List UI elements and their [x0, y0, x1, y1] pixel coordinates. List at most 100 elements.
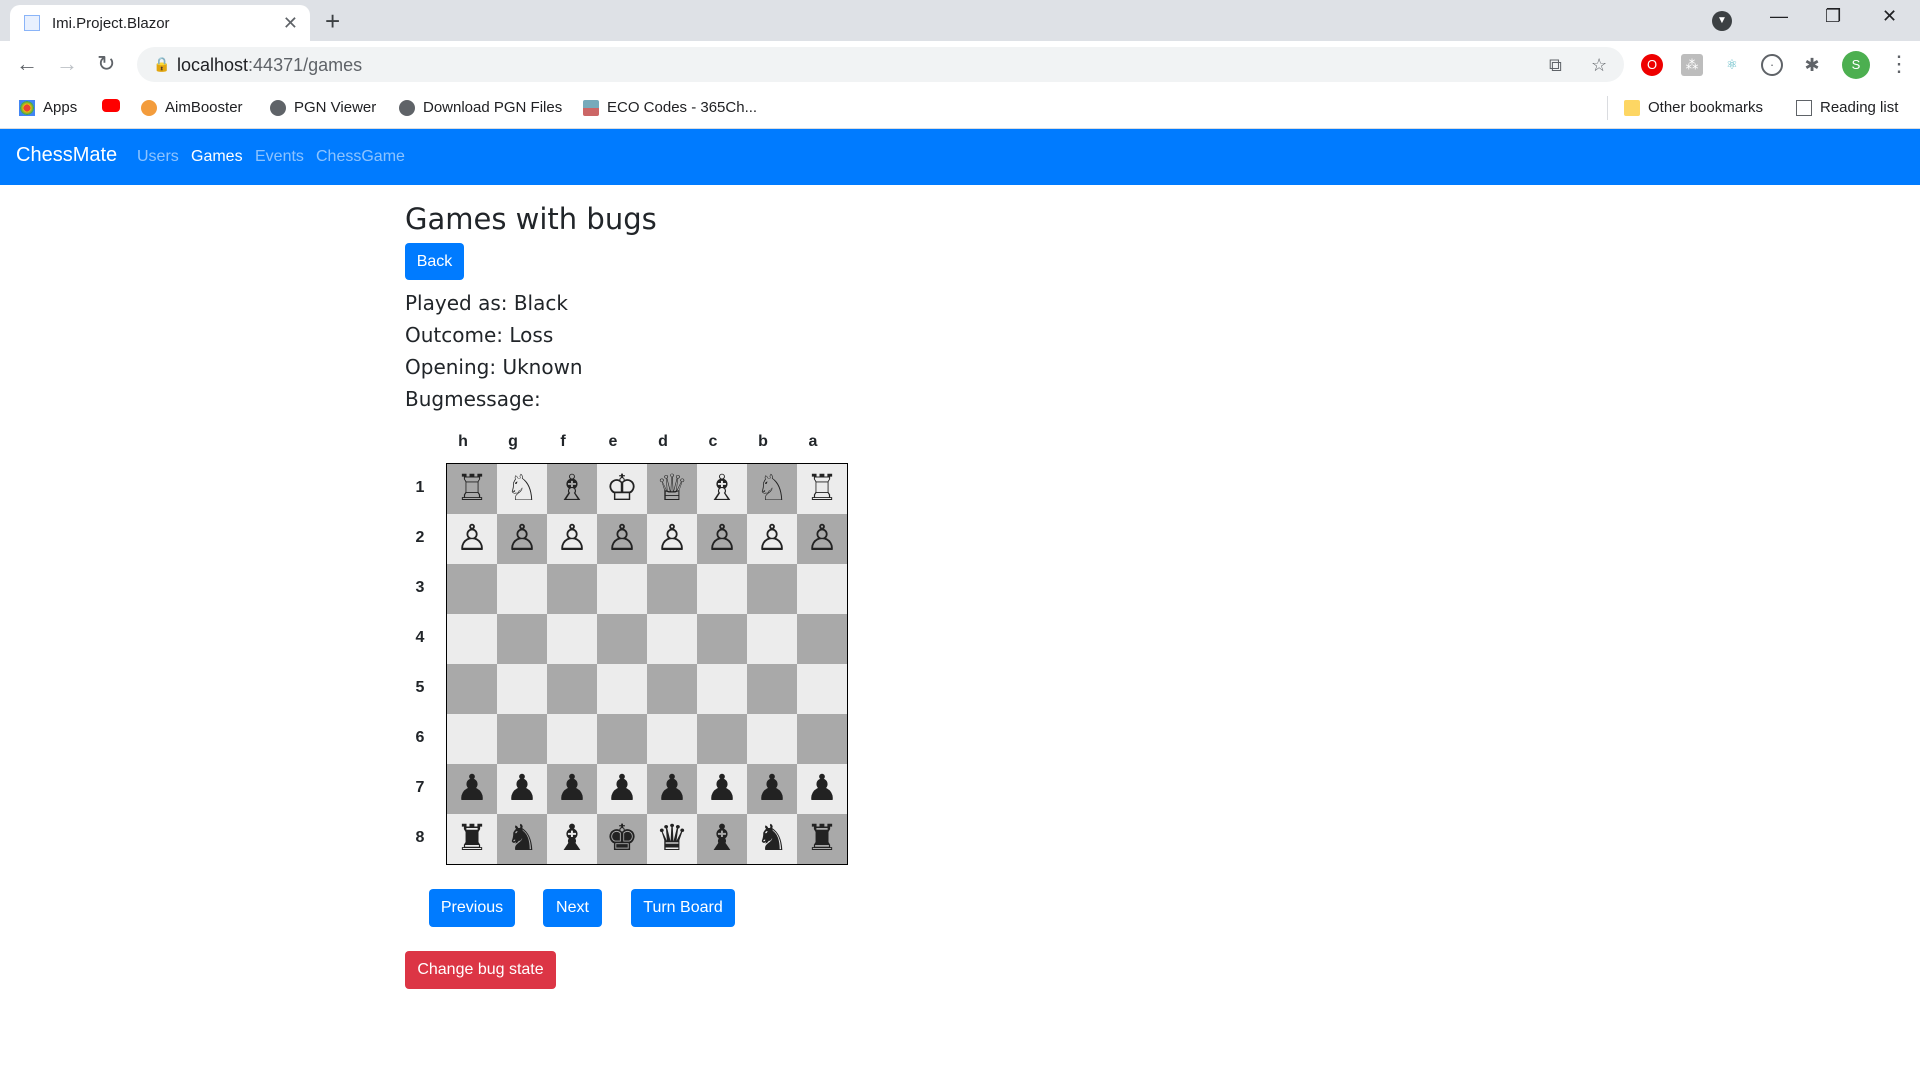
close-window-button[interactable]: ✕	[1882, 6, 1897, 27]
chess-piece[interactable]: ♙	[756, 521, 788, 557]
chess-piece[interactable]: ♞	[506, 821, 538, 857]
nav-link-chessgame[interactable]: ChessGame	[316, 148, 405, 166]
board-square-d6[interactable]	[647, 714, 697, 764]
board-square-e6[interactable]	[597, 714, 647, 764]
chess-piece[interactable]: ♘	[756, 471, 788, 507]
chess-piece[interactable]: ♕	[656, 471, 688, 507]
board-square-h3[interactable]	[447, 564, 497, 614]
board-square-g3[interactable]	[497, 564, 547, 614]
puzzle-extensions-icon[interactable]: ✱	[1801, 54, 1823, 76]
profile-avatar[interactable]: S	[1842, 51, 1870, 79]
url-text[interactable]: localhost:44371/games	[177, 55, 362, 76]
chess-piece[interactable]: ♔	[606, 471, 638, 507]
board-square-f4[interactable]	[547, 614, 597, 664]
board-square-f7[interactable]: ♟	[547, 764, 597, 814]
reload-icon[interactable]: ↻	[97, 51, 115, 77]
new-tab-button[interactable]: +	[325, 6, 340, 37]
board-square-d5[interactable]	[647, 664, 697, 714]
board-square-e5[interactable]	[597, 664, 647, 714]
nav-link-events[interactable]: Events	[255, 148, 304, 166]
board-square-a7[interactable]: ♟	[797, 764, 847, 814]
board-square-e7[interactable]: ♟	[597, 764, 647, 814]
chess-piece[interactable]: ♟	[606, 771, 638, 807]
board-square-d7[interactable]: ♟	[647, 764, 697, 814]
turn-board-button[interactable]: Turn Board	[631, 889, 735, 927]
bookmark-aimbooster[interactable]: AimBooster	[141, 99, 243, 116]
board-square-a6[interactable]	[797, 714, 847, 764]
chess-piece[interactable]: ♜	[456, 821, 488, 857]
browser-tab[interactable]: Imi.Project.Blazor ✕	[10, 5, 310, 41]
chess-piece[interactable]: ♜	[806, 821, 838, 857]
chess-piece[interactable]: ♟	[756, 771, 788, 807]
board-square-c1[interactable]: ♗	[697, 464, 747, 514]
chess-piece[interactable]: ♞	[756, 821, 788, 857]
opera-extension-icon[interactable]: O	[1641, 54, 1663, 76]
chess-piece[interactable]: ♟	[806, 771, 838, 807]
chess-piece[interactable]: ♟	[656, 771, 688, 807]
board-square-g4[interactable]	[497, 614, 547, 664]
board-square-h6[interactable]	[447, 714, 497, 764]
bookmark-pgn-viewer[interactable]: PGN Viewer	[270, 99, 376, 116]
board-square-d3[interactable]	[647, 564, 697, 614]
board-square-b4[interactable]	[747, 614, 797, 664]
chess-piece[interactable]: ♙	[806, 521, 838, 557]
chess-piece[interactable]: ♙	[706, 521, 738, 557]
reading-list[interactable]: Reading list	[1796, 99, 1898, 116]
navbar-brand[interactable]: ChessMate	[16, 144, 117, 167]
board-square-g2[interactable]: ♙	[497, 514, 547, 564]
board-square-h5[interactable]	[447, 664, 497, 714]
board-square-g7[interactable]: ♟	[497, 764, 547, 814]
chess-piece[interactable]: ♙	[456, 521, 488, 557]
board-square-e1[interactable]: ♔	[597, 464, 647, 514]
board-square-b5[interactable]	[747, 664, 797, 714]
board-square-c7[interactable]: ♟	[697, 764, 747, 814]
chess-piece[interactable]: ♗	[706, 471, 738, 507]
board-square-c8[interactable]: ♝	[697, 814, 747, 864]
board-square-h7[interactable]: ♟	[447, 764, 497, 814]
menu-kebab-icon[interactable]: ⋮	[1888, 51, 1910, 77]
tab-search-icon[interactable]: ▼	[1712, 11, 1732, 31]
board-square-e8[interactable]: ♚	[597, 814, 647, 864]
chess-piece[interactable]: ♙	[556, 521, 588, 557]
change-bug-state-button[interactable]: Change bug state	[405, 951, 556, 989]
board-square-h2[interactable]: ♙	[447, 514, 497, 564]
board-square-g1[interactable]: ♘	[497, 464, 547, 514]
board-square-f8[interactable]: ♝	[547, 814, 597, 864]
board-square-b7[interactable]: ♟	[747, 764, 797, 814]
tab-close-icon[interactable]: ✕	[283, 13, 298, 34]
chess-piece[interactable]: ♟	[706, 771, 738, 807]
board-square-b2[interactable]: ♙	[747, 514, 797, 564]
chess-piece[interactable]: ♟	[456, 771, 488, 807]
chess-piece[interactable]: ♝	[556, 821, 588, 857]
next-move-button[interactable]: Next	[543, 889, 602, 927]
nav-link-users[interactable]: Users	[137, 148, 179, 166]
bookmark-star-icon[interactable]: ☆	[1591, 55, 1607, 76]
chess-piece[interactable]: ♗	[556, 471, 588, 507]
board-square-a1[interactable]: ♖	[797, 464, 847, 514]
bookmark-youtube[interactable]	[102, 99, 120, 112]
chess-piece[interactable]: ♖	[806, 471, 838, 507]
board-square-e4[interactable]	[597, 614, 647, 664]
board-square-b1[interactable]: ♘	[747, 464, 797, 514]
chess-piece[interactable]: ♝	[706, 821, 738, 857]
board-square-e3[interactable]	[597, 564, 647, 614]
board-square-f2[interactable]: ♙	[547, 514, 597, 564]
board-square-b3[interactable]	[747, 564, 797, 614]
bookmark-eco-codes[interactable]: ECO Codes - 365Ch...	[583, 99, 757, 116]
chess-piece[interactable]: ♘	[506, 471, 538, 507]
board-square-a4[interactable]	[797, 614, 847, 664]
chess-board[interactable]: ♖ ♘ ♗ ♔ ♕ ♗ ♘ ♖ ♙ ♙ ♙ ♙ ♙ ♙ ♙ ♙ ♟ ♟ ♟ ♟ ♟ ♟ ♟ ♟ ♜ ♞ ♝ ♚ ♛ ♝ ♞ ♜	[446, 463, 848, 865]
extension-icon[interactable]: ⁂	[1681, 54, 1703, 76]
board-square-g5[interactable]	[497, 664, 547, 714]
nav-link-games[interactable]: Games	[191, 148, 243, 166]
board-square-f6[interactable]	[547, 714, 597, 764]
board-square-d4[interactable]	[647, 614, 697, 664]
board-square-a5[interactable]	[797, 664, 847, 714]
chess-piece[interactable]: ♟	[506, 771, 538, 807]
board-square-e2[interactable]: ♙	[597, 514, 647, 564]
back-arrow-icon[interactable]: ←	[16, 51, 38, 77]
maximize-button[interactable]: ❐	[1825, 6, 1841, 27]
chess-piece[interactable]: ♙	[606, 521, 638, 557]
forward-arrow-icon[interactable]: →	[56, 51, 78, 77]
chess-piece[interactable]: ♚	[606, 821, 638, 857]
